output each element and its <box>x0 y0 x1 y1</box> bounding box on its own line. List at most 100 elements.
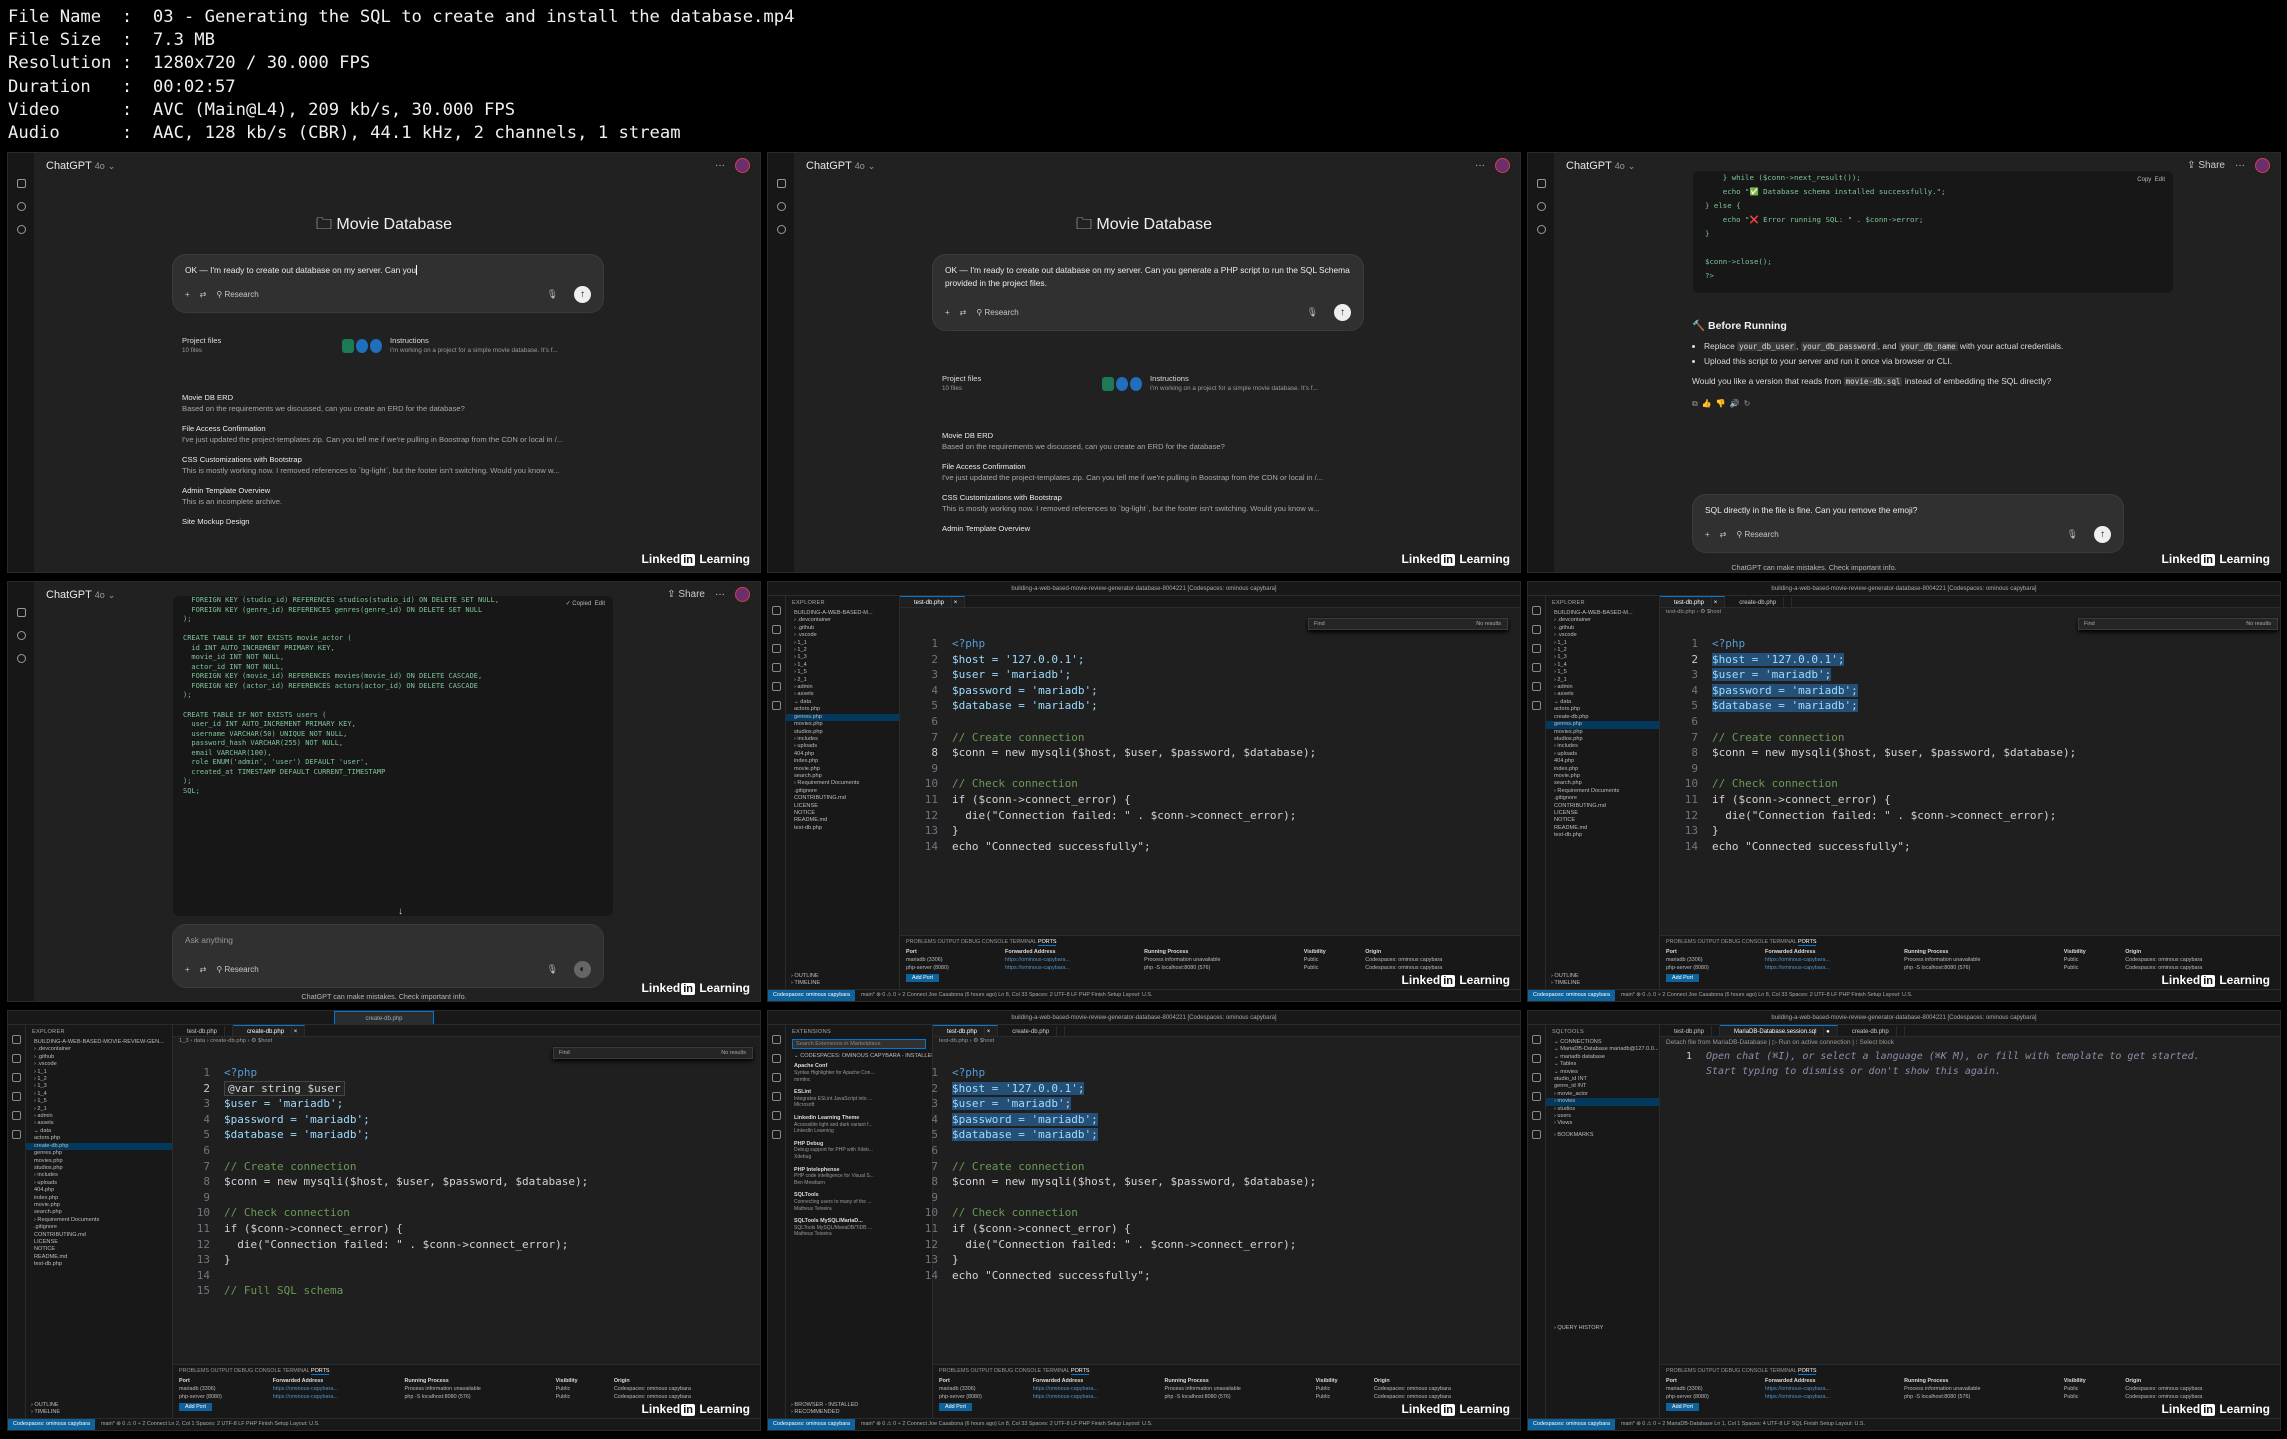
extensions-icon[interactable] <box>1532 1111 1541 1120</box>
tools-icon[interactable]: ⇄ <box>960 306 967 319</box>
extensions-icon[interactable] <box>1532 682 1541 691</box>
run-debug-icon[interactable] <box>1532 663 1541 672</box>
tree-item[interactable]: LICENSE <box>26 1239 172 1246</box>
avatar[interactable] <box>2255 158 2270 173</box>
tree-item[interactable]: studio_id INT <box>1546 1076 1659 1083</box>
tree-item[interactable]: studios.php <box>1546 736 1659 743</box>
tree-item[interactable]: 404.php <box>786 751 899 758</box>
remote-indicator[interactable]: Codespaces: ominous capybara <box>768 990 856 1001</box>
avatar[interactable] <box>1495 158 1510 173</box>
tree-item[interactable]: create-db.php <box>26 1142 172 1151</box>
tree-item[interactable]: › studios <box>1546 1106 1659 1113</box>
tree-item[interactable]: LICENSE <box>1546 810 1659 817</box>
send-button[interactable]: ↑ <box>2094 526 2111 543</box>
project-files[interactable]: Project files 10 files <box>942 374 1102 394</box>
tree-item[interactable]: studios.php <box>26 1165 172 1172</box>
address-cell[interactable]: https://ominous-capybara... <box>267 1393 399 1401</box>
breadcrumb[interactable]: 1_3 › data › create-db.php › ⚙ $host <box>173 1037 272 1046</box>
response-actions[interactable]: ⧉👍👎🔊↻ <box>1692 397 2172 411</box>
new-chat-icon[interactable] <box>16 179 26 188</box>
search-icon[interactable] <box>16 631 26 640</box>
explorer-root[interactable]: BUILDING-A-WEB-BASED-M... <box>786 610 899 617</box>
timeline-section[interactable]: › TIMELINE <box>31 1409 172 1416</box>
tree-item[interactable]: .gitignore <box>26 1224 172 1231</box>
extensions-search-input[interactable]: Search Extensions in Marketplace <box>792 1039 926 1049</box>
tree-item[interactable]: actors.php <box>26 1135 172 1142</box>
chat-item[interactable]: CSS Customizations with Bootstrap This is… <box>942 493 1362 514</box>
extension-item[interactable]: SQLTools MySQL/MariaD... SQLTools MySQL/M… <box>786 1215 932 1241</box>
explorer-root[interactable]: BUILDING-A-WEB-BASED-MOVIE-REVIEW-GEN... <box>26 1039 172 1046</box>
tree-item[interactable]: index.php <box>26 1195 172 1202</box>
tree-item[interactable]: › 1_5 <box>26 1098 172 1105</box>
prompt-input[interactable]: Ask anything + ⇄ ⚲ Research 🎙 ◐ <box>172 924 604 988</box>
tree-item[interactable]: › uploads <box>1546 751 1659 758</box>
tree-item[interactable]: › 1_3 <box>26 1083 172 1090</box>
address-cell[interactable]: https://ominous-capybara... <box>1759 964 1898 972</box>
explorer-root[interactable]: BUILDING-A-WEB-BASED-M... <box>1546 610 1659 617</box>
instructions[interactable]: Instructions I'm working on a project for… <box>1150 374 1360 394</box>
tree-item[interactable]: NOTICE <box>1546 817 1659 824</box>
tree-item[interactable]: studios.php <box>786 729 899 736</box>
tree-item[interactable]: ⌄ data <box>1546 699 1659 706</box>
avatar[interactable] <box>735 158 750 173</box>
code-editor[interactable]: 1 <?php 2 $host = '127.0.0.1'; 3 $user = 'm… <box>912 636 1317 854</box>
chat-item[interactable]: CSS Customizations with Bootstrap This is… <box>182 455 602 476</box>
edit-button[interactable]: Edit <box>595 601 605 607</box>
tree-item[interactable]: index.php <box>1546 766 1659 773</box>
breadcrumb[interactable]: test-db.php › ⚙ $host <box>1660 608 1721 617</box>
tree-item[interactable]: › 2_1 <box>1546 677 1659 684</box>
find-widget[interactable]: Find No results <box>2078 618 2278 630</box>
quick-open-input[interactable]: create-db.php <box>334 1011 434 1024</box>
tab-create-db[interactable]: create-db.php <box>1838 1026 1905 1036</box>
tab-ports[interactable]: PORTS <box>311 1368 330 1375</box>
model-selector[interactable]: ChatGPT 4o ⌄ <box>806 160 875 172</box>
tree-item[interactable]: index.php <box>786 758 899 765</box>
tree-item[interactable]: CONTRIBUTING.md <box>26 1232 172 1239</box>
tree-item[interactable]: › users <box>1546 1113 1659 1120</box>
tree-item[interactable]: › 1_5 <box>786 669 899 676</box>
tree-item[interactable]: README.md <box>26 1254 172 1261</box>
plus-icon[interactable]: + <box>185 288 190 301</box>
tab-session-sql[interactable]: MariaDB-Database.session.sql ● <box>1720 1025 1838 1036</box>
run-debug-icon[interactable] <box>772 1092 781 1101</box>
tree-item[interactable]: test-db.php <box>26 1261 172 1268</box>
remote-indicator[interactable]: Codespaces: ominous capybara <box>1528 990 1616 1001</box>
search-icon[interactable] <box>16 202 26 211</box>
search-icon[interactable] <box>12 1054 21 1063</box>
tree-item[interactable]: movies.php <box>26 1158 172 1165</box>
tree-item[interactable]: › .github <box>786 625 899 632</box>
tree-item[interactable]: › 1_2 <box>26 1076 172 1083</box>
tools-icon[interactable]: ⇄ <box>200 963 207 976</box>
address-cell[interactable]: https://ominous-capybara... <box>267 1385 399 1393</box>
address-cell[interactable]: https://ominous-capybara... <box>1027 1393 1159 1401</box>
remote-icon[interactable] <box>1532 701 1541 710</box>
search-icon[interactable] <box>772 625 781 634</box>
tab-create-db[interactable]: create-db.php × <box>233 1025 306 1036</box>
chat-item[interactable]: File Access Confirmation I've just update… <box>182 424 602 445</box>
research-button[interactable]: ⚲ Research <box>216 963 258 976</box>
tree-item[interactable]: LICENSE <box>786 803 899 810</box>
database-icon[interactable] <box>1532 1130 1541 1139</box>
find-widget[interactable]: Find No results <box>553 1047 753 1059</box>
tree-item[interactable]: › includes <box>786 736 899 743</box>
library-icon[interactable] <box>16 654 26 663</box>
connections-section[interactable]: ⌄ CONNECTIONS <box>1546 1039 1659 1046</box>
tree-item[interactable]: › .vscode <box>786 632 899 639</box>
prompt-input[interactable]: OK — I'm ready to create out database on… <box>932 254 1364 331</box>
tree-item[interactable]: › admin <box>1546 684 1659 691</box>
bookmarks-section[interactable]: › BOOKMARKS <box>1546 1132 1659 1139</box>
run-debug-icon[interactable] <box>772 663 781 672</box>
timeline-section[interactable]: › TIMELINE <box>1551 980 1659 987</box>
source-control-icon[interactable] <box>772 644 781 653</box>
tab-ports[interactable]: PORTS <box>1798 939 1817 946</box>
tree-item[interactable]: test-db.php <box>786 825 899 832</box>
tree-item[interactable]: create-db.php <box>1546 714 1659 721</box>
tree-item[interactable]: 404.php <box>26 1187 172 1194</box>
new-chat-icon[interactable] <box>776 179 786 188</box>
table-row[interactable]: php-server (8080) https://ominous-capybar… <box>933 1393 1520 1401</box>
tree-item[interactable]: › assets <box>26 1120 172 1127</box>
source-control-icon[interactable] <box>12 1073 21 1082</box>
outline-section[interactable]: › OUTLINE <box>31 1402 172 1409</box>
address-cell[interactable]: https://ominous-capybara... <box>1759 1385 1898 1393</box>
tree-item[interactable]: › 1_3 <box>1546 654 1659 661</box>
